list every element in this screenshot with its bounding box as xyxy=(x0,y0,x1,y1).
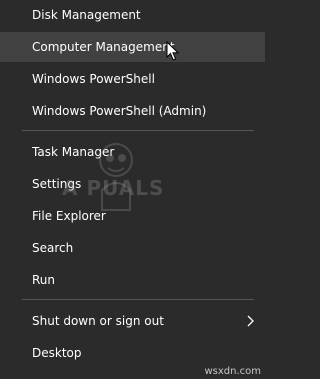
menu-item-search[interactable]: Search xyxy=(0,233,265,263)
menu-item-label: Run xyxy=(32,273,56,287)
mouse-cursor-icon xyxy=(166,41,180,61)
source-watermark: wsxdn.com xyxy=(204,366,261,377)
menu-item-label: Desktop xyxy=(32,346,82,360)
menu-item-windows-powershell-admin[interactable]: Windows PowerShell (Admin) xyxy=(0,96,265,126)
menu-item-label: Disk Management xyxy=(32,8,141,22)
menu-item-run[interactable]: Run xyxy=(0,265,265,295)
menu-item-label: Windows PowerShell (Admin) xyxy=(32,104,207,118)
menu-item-disk-management[interactable]: Disk Management xyxy=(0,0,265,30)
menu-item-label: Search xyxy=(32,241,74,255)
menu-item-computer-management[interactable]: Computer Management xyxy=(0,32,265,62)
menu-separator xyxy=(22,299,254,300)
menu-item-desktop[interactable]: Desktop xyxy=(0,338,265,368)
watermark-text: A PUALS xyxy=(62,176,165,200)
menu-item-label: Shut down or sign out xyxy=(32,314,164,328)
context-menu: Disk Management Computer Management Wind… xyxy=(0,0,265,379)
menu-separator xyxy=(22,130,254,131)
menu-item-label: Computer Management xyxy=(32,40,175,54)
menu-item-windows-powershell[interactable]: Windows PowerShell xyxy=(0,64,265,94)
chevron-right-icon xyxy=(247,315,254,327)
menu-item-shut-down-or-sign-out[interactable]: Shut down or sign out xyxy=(0,306,265,336)
menu-item-label: Windows PowerShell xyxy=(32,72,155,86)
